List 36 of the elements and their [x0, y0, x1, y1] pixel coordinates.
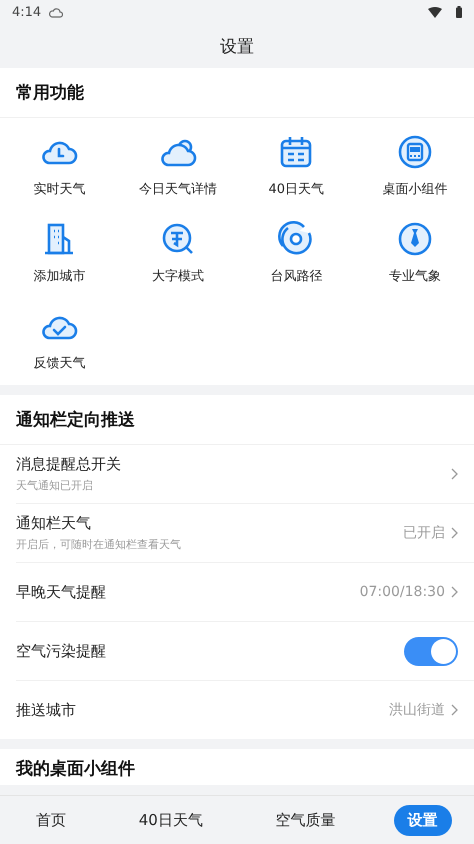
section-title: 通知栏定向推送: [16, 409, 135, 431]
feature-label[interactable]: 大字模式: [152, 267, 204, 285]
tab[interactable]: 设置: [394, 804, 452, 836]
cloud-icon: [49, 6, 64, 18]
page-title: 设置: [220, 36, 254, 58]
tab[interactable]: 首页: [22, 804, 80, 836]
tab[interactable]: 空气质量: [261, 804, 350, 836]
setting-description: 开启后，可随时在通知栏查看天气: [16, 537, 182, 552]
chevron-right-icon[interactable]: [451, 527, 458, 539]
setting-description: 天气通知已开启: [16, 478, 94, 493]
setting-label[interactable]: 消息提醒总开关: [16, 455, 445, 474]
chevron-right-icon[interactable]: [451, 586, 458, 598]
wifi-icon: [428, 6, 442, 18]
feature-label[interactable]: 桌面小组件: [382, 180, 448, 198]
setting-label[interactable]: 通知栏天气: [16, 514, 397, 533]
chevron-right-icon[interactable]: [451, 704, 458, 716]
section-title: 常用功能: [16, 82, 84, 104]
feature-label[interactable]: 今日天气详情: [138, 180, 217, 198]
feature-label[interactable]: 台风路径: [270, 267, 322, 285]
feature-label[interactable]: 40日天气: [268, 180, 324, 198]
chevron-right-icon[interactable]: [451, 468, 458, 480]
setting-value: 洪山街道: [389, 701, 445, 719]
setting-label[interactable]: 空气污染提醒: [16, 642, 398, 660]
battery-icon: [456, 6, 462, 18]
setting-label[interactable]: 早晚天气提醒: [16, 582, 354, 602]
tab[interactable]: 40日天气: [124, 804, 217, 836]
section-title: 我的桌面小组件: [16, 758, 135, 780]
feature-label[interactable]: 添加城市: [33, 267, 86, 285]
feature-label[interactable]: 专业气象: [388, 267, 441, 285]
setting-value: 07:00/18:30: [360, 584, 445, 600]
status-time: 4:14: [12, 4, 42, 20]
feature-label[interactable]: 反馈天气: [33, 354, 86, 372]
setting-label[interactable]: 推送城市: [16, 700, 383, 720]
feature-label[interactable]: 实时天气: [33, 180, 86, 198]
toggle-switch[interactable]: [404, 636, 458, 666]
setting-value: 已开启: [403, 524, 445, 542]
